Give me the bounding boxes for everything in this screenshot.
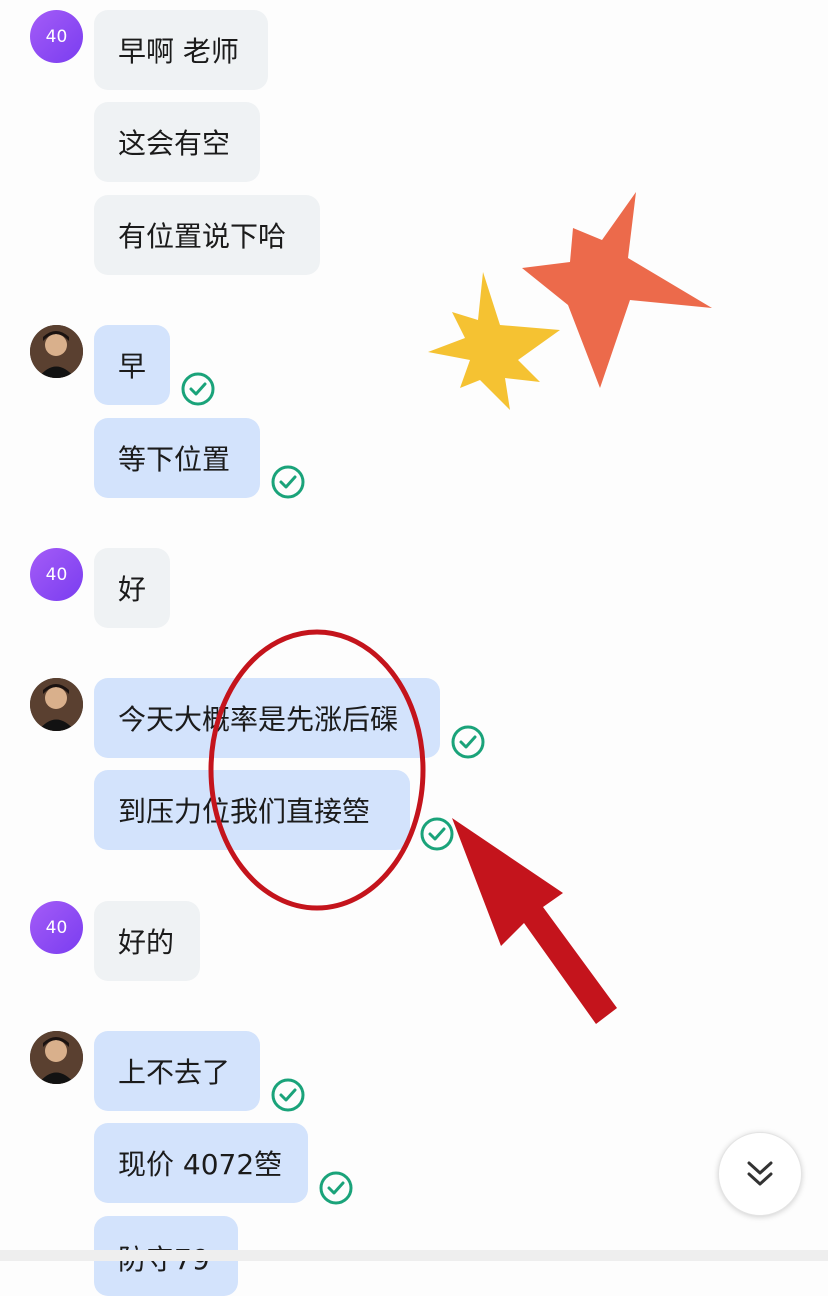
message-bubble[interactable]: 今天大概率是先涨后磲 <box>94 678 440 758</box>
contact-avatar[interactable]: 40 <box>30 548 83 601</box>
self-avatar[interactable] <box>30 325 83 378</box>
message-text: 今天大概率是先涨后磲 <box>118 703 399 736</box>
red-arrow-annotation <box>452 818 617 1024</box>
message-text: 现价 4072箜 <box>118 1148 283 1181</box>
message-text: 早啊 老师 <box>118 35 239 68</box>
message-bubble[interactable]: 现价 4072箜 <box>94 1123 308 1203</box>
scroll-to-bottom-button[interactable] <box>718 1132 802 1216</box>
message-bubble[interactable]: 好 <box>94 548 170 628</box>
message-bubble[interactable]: 等下位置 <box>94 418 260 498</box>
message-bubble[interactable]: 上不去了 <box>94 1031 260 1111</box>
bottom-fade <box>0 1250 828 1261</box>
contact-avatar[interactable]: 40 <box>30 10 83 63</box>
check-circle-icon <box>271 1078 305 1112</box>
check-circle-icon <box>181 372 215 406</box>
message-text: 好 <box>118 573 147 606</box>
self-avatar[interactable] <box>30 1031 83 1084</box>
message-bubble[interactable]: 好的 <box>94 901 200 981</box>
contact-avatar[interactable]: 40 <box>30 901 83 954</box>
message-bubble[interactable]: 早啊 老师 <box>94 10 268 90</box>
avatar-label: 40 <box>45 564 68 585</box>
orange-star-sticker <box>522 192 712 388</box>
check-circle-icon <box>319 1171 353 1205</box>
message-text: 早 <box>118 350 147 383</box>
message-bubble[interactable]: 到压力位我们直接箜 <box>94 770 410 850</box>
message-text: 上不去了 <box>118 1056 231 1089</box>
message-text: 这会有空 <box>118 127 231 160</box>
avatar-label: 40 <box>45 917 68 938</box>
message-text: 等下位置 <box>118 443 231 476</box>
check-circle-icon <box>420 817 454 851</box>
check-circle-icon <box>451 725 485 759</box>
check-circle-icon <box>271 465 305 499</box>
message-bubble[interactable]: 有位置说下哈 <box>94 195 320 275</box>
yellow-star-sticker <box>428 272 560 410</box>
message-text: 好的 <box>118 926 175 959</box>
message-text: 有位置说下哈 <box>118 220 287 253</box>
self-avatar[interactable] <box>30 678 83 731</box>
message-bubble[interactable]: 早 <box>94 325 170 405</box>
message-bubble[interactable]: 这会有空 <box>94 102 260 182</box>
message-text: 到压力位我们直接箜 <box>118 795 371 828</box>
double-chevron-down-icon <box>747 1161 773 1186</box>
avatar-label: 40 <box>45 26 68 47</box>
